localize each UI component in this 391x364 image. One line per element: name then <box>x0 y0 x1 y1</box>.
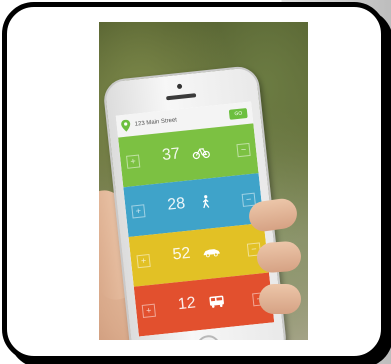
walking-person-icon <box>202 195 210 209</box>
bus-icon <box>209 295 224 308</box>
mode-value: 37 <box>161 145 181 165</box>
home-button[interactable] <box>195 334 222 340</box>
address-text[interactable]: 123 Main Street <box>135 112 230 127</box>
decrease-button[interactable]: + <box>131 204 146 219</box>
decrease-button[interactable]: + <box>126 154 141 169</box>
mode-value: 28 <box>166 194 187 214</box>
camera-icon <box>176 83 183 90</box>
decrease-button[interactable]: + <box>136 253 151 269</box>
finger <box>256 240 302 274</box>
mode-value: 12 <box>176 294 197 314</box>
finger <box>259 284 301 314</box>
increase-button[interactable]: − <box>236 142 251 158</box>
decrease-button[interactable]: + <box>141 303 156 318</box>
photo: 123 Main Street GO + 37 − + 28 − + 52 − … <box>99 22 308 340</box>
bicycle-icon <box>192 148 210 160</box>
earpiece <box>166 93 197 101</box>
mode-value: 52 <box>171 244 192 264</box>
car-icon <box>203 249 220 258</box>
map-pin-icon <box>121 119 131 132</box>
go-button[interactable]: GO <box>228 107 248 120</box>
